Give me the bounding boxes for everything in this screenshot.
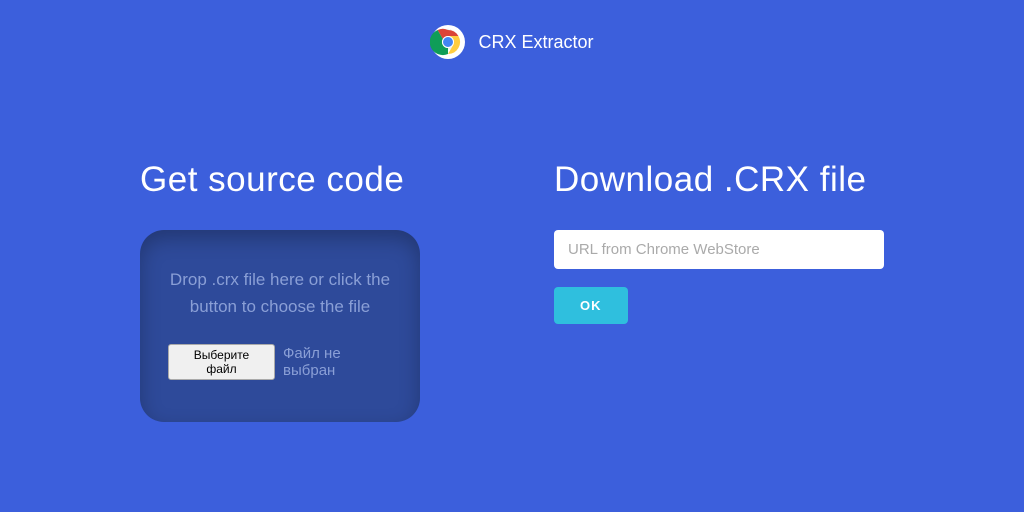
dropzone-instructions: Drop .crx file here or click the button … — [168, 266, 392, 320]
download-crx-title: Download .CRX file — [554, 160, 884, 200]
ok-button[interactable]: OK — [554, 287, 628, 324]
file-dropzone[interactable]: Drop .crx file here or click the button … — [140, 230, 420, 422]
main-content: Get source code Drop .crx file here or c… — [0, 60, 1024, 422]
file-status-text: Файл не выбран — [283, 345, 392, 379]
get-source-title: Get source code — [140, 160, 454, 200]
choose-file-button[interactable]: Выберите файл — [168, 344, 275, 380]
file-picker: Выберите файл Файл не выбран — [168, 344, 392, 380]
app-title: CRX Extractor — [478, 32, 593, 53]
header: CRX Extractor — [0, 0, 1024, 60]
right-column: Download .CRX file OK — [554, 160, 884, 422]
logo-icon — [430, 24, 466, 60]
url-input[interactable] — [554, 230, 884, 269]
left-column: Get source code Drop .crx file here or c… — [140, 160, 454, 422]
